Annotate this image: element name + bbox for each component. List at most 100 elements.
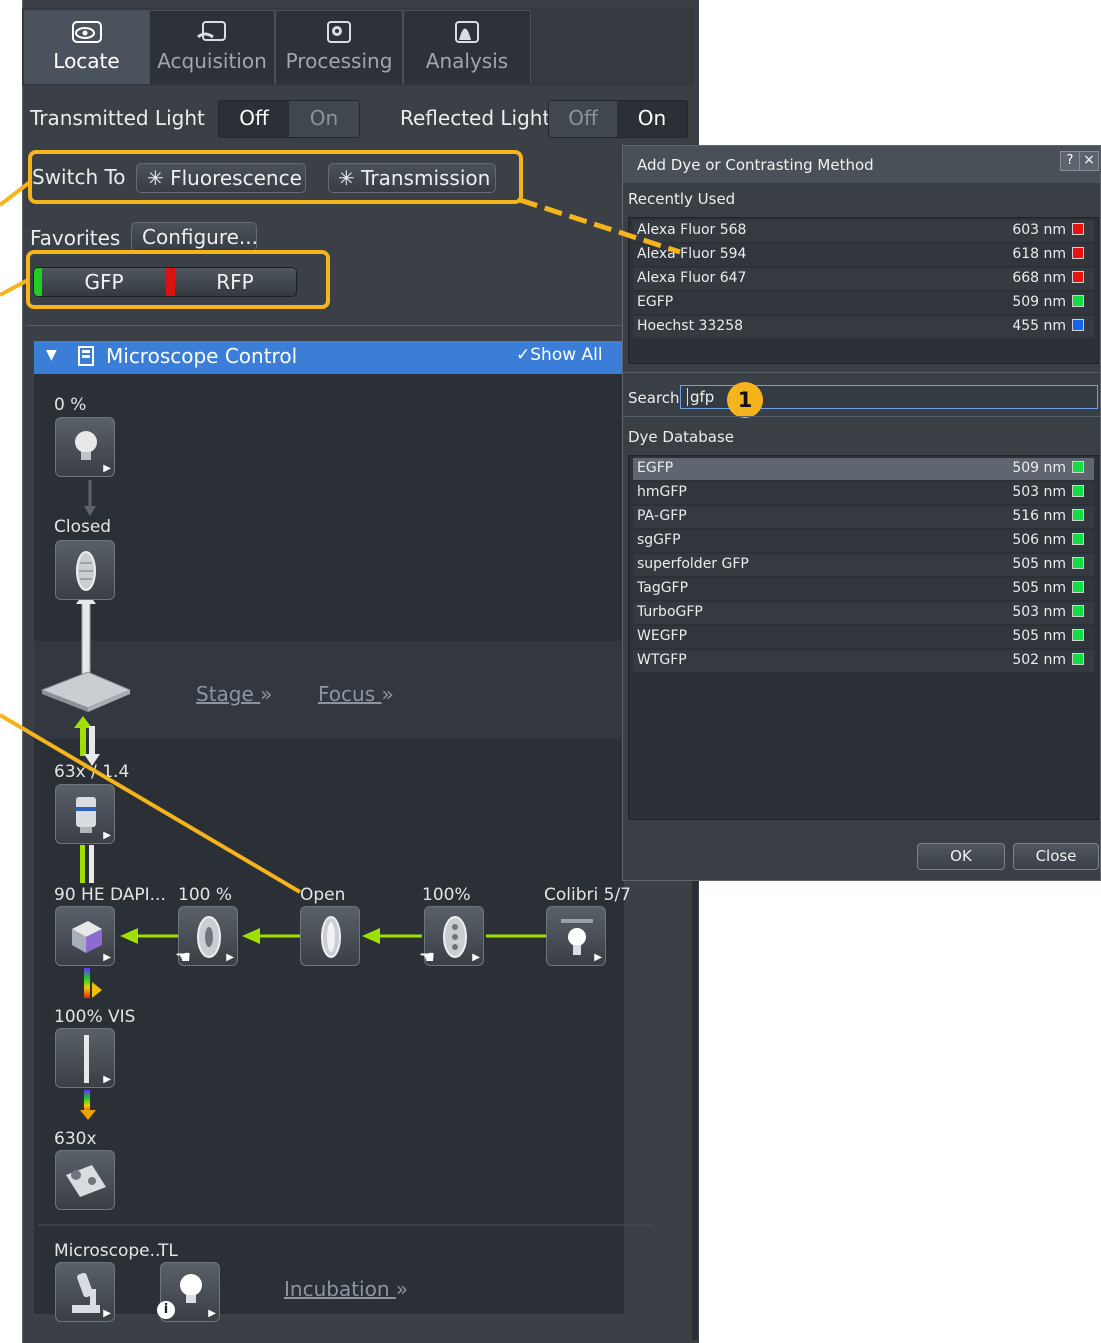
dye-name: EGFP: [637, 294, 674, 310]
list-item[interactable]: TurboGFP 503 nm: [633, 602, 1094, 624]
dye-wavelength: 503 nm: [1012, 484, 1066, 500]
dye-wavelength: 506 nm: [1012, 532, 1066, 548]
dropdown-arrow-icon[interactable]: ▶: [208, 1308, 216, 1319]
aperture-control[interactable]: [300, 906, 360, 966]
lamp-intensity-label: 0 %: [54, 395, 87, 415]
shutter-icon: [76, 551, 96, 591]
dye-color-swatch: [1072, 295, 1084, 307]
help-button[interactable]: ?: [1060, 151, 1080, 171]
list-item[interactable]: hmGFP 503 nm: [633, 482, 1094, 504]
lightbulb-icon: [75, 431, 97, 460]
lamp-control[interactable]: ▶: [55, 417, 115, 477]
incubation-link[interactable]: Incubation »: [284, 1277, 408, 1301]
microscope-stand-control[interactable]: ▶: [55, 1262, 115, 1322]
beam-splitter-control[interactable]: ▶: [55, 1028, 115, 1088]
search-label: Search: [628, 389, 680, 407]
intensity-control[interactable]: ☚ ▶: [419, 906, 484, 968]
list-item[interactable]: PA-GFP 516 nm: [633, 506, 1094, 528]
info-icon[interactable]: i: [157, 1301, 175, 1319]
camera-icon: [66, 1165, 106, 1197]
list-item[interactable]: TagGFP 505 nm: [633, 578, 1094, 600]
aperture-icon: [321, 916, 341, 958]
objective-label: 63x / 1.4: [54, 762, 130, 782]
stage-link[interactable]: Stage »: [196, 682, 272, 706]
dye-color-swatch: [1072, 509, 1084, 521]
dye-database-list: EGFP 509 nm hmGFP 503 nm PA-GFP 516 nm s…: [628, 455, 1099, 820]
dye-name: WEGFP: [637, 628, 688, 644]
list-item[interactable]: sgGFP 506 nm: [633, 530, 1094, 552]
divider: [623, 372, 1100, 373]
microscope-item-label: Microscope...: [54, 1241, 166, 1261]
filter-wheel-icon: [443, 916, 467, 958]
dye-name: sgGFP: [637, 532, 681, 548]
tl-label: TL: [158, 1241, 178, 1261]
objective-control[interactable]: ▶: [55, 784, 115, 844]
light-source-control[interactable]: ▶: [546, 906, 606, 966]
list-item[interactable]: Alexa Fluor 594 618 nm: [633, 244, 1094, 266]
dropdown-arrow-icon[interactable]: ▶: [472, 952, 480, 963]
ok-button[interactable]: OK: [917, 843, 1005, 870]
dye-wavelength: 505 nm: [1012, 628, 1066, 644]
close-button[interactable]: Close: [1013, 843, 1099, 870]
dropdown-arrow-icon[interactable]: ▶: [103, 463, 111, 474]
dialog-titlebar[interactable]: Add Dye or Contrasting Method ? ×: [623, 146, 1100, 183]
shutter-state-label: Closed: [54, 517, 112, 537]
dye-color-swatch: [1072, 557, 1084, 569]
focus-link-label: Focus: [318, 682, 376, 706]
dye-wavelength: 509 nm: [1012, 294, 1066, 310]
dropdown-arrow-icon[interactable]: ▶: [103, 830, 111, 841]
dye-color-swatch: [1072, 629, 1084, 641]
dropdown-arrow-icon[interactable]: ▶: [103, 952, 111, 963]
hand-cursor-icon: ☚: [419, 947, 436, 968]
dye-wavelength: 455 nm: [1012, 318, 1066, 334]
dye-color-swatch: [1072, 653, 1084, 665]
list-item[interactable]: EGFP 509 nm: [633, 292, 1094, 314]
dye-name: hmGFP: [637, 484, 687, 500]
filter-cube-control[interactable]: ▶: [55, 906, 115, 966]
dropdown-arrow-icon[interactable]: ▶: [103, 1074, 111, 1085]
dropdown-arrow-icon[interactable]: ▶: [103, 1308, 111, 1319]
attenuator-control[interactable]: ☚ ▶: [175, 906, 238, 968]
search-value: gfp: [687, 388, 714, 406]
dialog-title: Add Dye or Contrasting Method: [637, 156, 874, 174]
dye-wavelength: 618 nm: [1012, 246, 1066, 262]
list-item[interactable]: Alexa Fluor 647 668 nm: [633, 268, 1094, 290]
list-item[interactable]: WEGFP 505 nm: [633, 626, 1094, 648]
list-item[interactable]: WTGFP 502 nm: [633, 650, 1094, 672]
dye-name: Alexa Fluor 568: [637, 222, 747, 238]
dropdown-arrow-icon[interactable]: ▶: [594, 952, 602, 963]
dye-name: EGFP: [637, 460, 674, 476]
led-lamp-icon: [561, 919, 593, 955]
list-item[interactable]: EGFP 509 nm: [633, 458, 1094, 480]
chevron-right-icon: »: [381, 682, 394, 706]
dye-wavelength: 505 nm: [1012, 580, 1066, 596]
dye-name: Alexa Fluor 647: [637, 270, 747, 286]
list-item[interactable]: Hoechst 33258 455 nm: [633, 316, 1094, 338]
dye-name: WTGFP: [637, 652, 687, 668]
camera-control[interactable]: [55, 1150, 115, 1210]
dye-wavelength: 668 nm: [1012, 270, 1066, 286]
dye-name: TurboGFP: [637, 604, 703, 620]
light-path-diagram: [38, 480, 652, 1226]
list-item[interactable]: Alexa Fluor 568 603 nm: [633, 220, 1094, 242]
dye-color-swatch: [1072, 533, 1084, 545]
tl-lamp-control[interactable]: i ▶: [157, 1262, 220, 1322]
dye-name: TagGFP: [637, 580, 689, 596]
dye-color-swatch: [1072, 271, 1084, 283]
add-dye-dialog: Add Dye or Contrasting Method ? × Recent…: [622, 145, 1101, 881]
list-item[interactable]: superfolder GFP 505 nm: [633, 554, 1094, 576]
dropdown-arrow-icon[interactable]: ▶: [226, 952, 234, 963]
dye-color-swatch: [1072, 319, 1084, 331]
aperture-label: Open: [300, 885, 346, 905]
stage-link-label: Stage: [196, 682, 254, 706]
dye-color-swatch: [1072, 581, 1084, 593]
focus-link[interactable]: Focus »: [318, 682, 394, 706]
lightbulb-icon: [180, 1274, 202, 1303]
magnification-label: 630x: [54, 1129, 97, 1149]
dye-name: Alexa Fluor 594: [637, 246, 747, 262]
dialog-close-icon[interactable]: ×: [1079, 151, 1099, 171]
dye-color-swatch: [1072, 223, 1084, 235]
dye-wavelength: 516 nm: [1012, 508, 1066, 524]
hand-cursor-icon: ☚: [175, 947, 192, 968]
shutter-control[interactable]: [55, 540, 115, 600]
